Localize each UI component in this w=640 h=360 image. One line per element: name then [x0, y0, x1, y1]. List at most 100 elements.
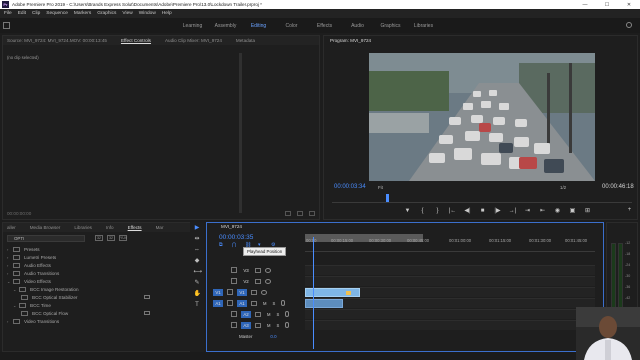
track-lane-v3[interactable] — [305, 265, 595, 275]
step-back-button[interactable]: ◀| — [460, 207, 475, 214]
track-target-a1[interactable]: A1 — [237, 299, 247, 307]
go-to-out-button[interactable]: →| — [505, 208, 520, 214]
lock-icon[interactable] — [231, 311, 237, 317]
microphone-icon[interactable] — [281, 300, 286, 306]
lock-icon[interactable] — [227, 289, 233, 295]
filter-icon[interactable] — [285, 211, 291, 216]
work-area-bar[interactable] — [305, 234, 423, 242]
program-video-frame[interactable] — [369, 53, 595, 181]
hand-tool-icon[interactable]: ✋ — [194, 291, 201, 298]
snap-icon[interactable]: ⋂ — [232, 242, 239, 248]
accelerated-effects-button[interactable]: 32 — [95, 235, 103, 241]
menu-file[interactable]: File — [4, 11, 12, 16]
tab-libraries[interactable]: Libraries — [74, 225, 92, 230]
home-icon[interactable] — [3, 22, 10, 29]
program-monitor-title[interactable]: Program: MVI_9724 — [330, 38, 371, 43]
track-lane-a2[interactable] — [305, 309, 595, 319]
sequence-tab[interactable]: MVI_9724 — [221, 224, 242, 229]
tree-item-video-transitions[interactable]: › Video Transitions — [7, 317, 197, 325]
minimize-button[interactable]: — — [574, 0, 596, 9]
eye-icon[interactable] — [261, 289, 267, 295]
solo-button[interactable]: S — [273, 301, 276, 306]
ripple-edit-tool-icon[interactable]: ⇔ — [194, 247, 201, 254]
selection-tool-icon[interactable]: ▶ — [194, 225, 201, 232]
menu-window[interactable]: Window — [139, 11, 156, 16]
program-playhead[interactable] — [386, 194, 389, 202]
pen-tool-icon[interactable]: ✎ — [194, 280, 201, 287]
workspace-tab-graphics[interactable]: Graphics — [374, 23, 407, 29]
track-select-tool-icon[interactable]: ⇹ — [194, 236, 201, 243]
maximize-button[interactable]: ☐ — [596, 0, 618, 9]
tree-item-audio-transitions[interactable]: › Audio Transitions — [7, 269, 197, 277]
audio-clip[interactable] — [305, 299, 343, 308]
comparison-view-button[interactable]: ▣ — [565, 207, 580, 214]
export-icon[interactable] — [309, 211, 315, 216]
yuv-effects-button[interactable]: YUV — [119, 235, 127, 241]
tree-item-video-effects[interactable]: ⌄ Video Effects — [7, 277, 197, 285]
track-lane-v1[interactable] — [305, 287, 595, 297]
tree-item-presets[interactable]: › Presets — [7, 245, 197, 253]
32bit-effects-button[interactable]: 32 — [107, 235, 115, 241]
mark-out-button[interactable]: } — [430, 208, 445, 214]
tab-aller[interactable]: aller — [7, 225, 16, 230]
step-forward-button[interactable]: |▶ — [490, 207, 505, 214]
mark-in-button[interactable]: { — [415, 208, 430, 214]
lock-icon[interactable] — [231, 267, 237, 273]
search-icon[interactable] — [626, 22, 632, 28]
stop-button[interactable]: ■ — [475, 208, 490, 214]
track-target-v3[interactable]: V3 — [241, 267, 251, 274]
workspace-tab-editing[interactable]: Editing — [242, 23, 275, 29]
button-editor-button[interactable]: + — [622, 207, 637, 213]
master-volume[interactable]: 0.0 — [270, 334, 276, 339]
slip-tool-icon[interactable]: ⟷ — [194, 269, 203, 276]
mute-button[interactable]: M — [267, 323, 271, 328]
program-time-ruler[interactable] — [332, 196, 632, 203]
go-to-in-button[interactable]: |← — [445, 208, 460, 214]
play-audio-icon[interactable] — [297, 211, 303, 216]
sync-lock-icon[interactable] — [251, 300, 257, 306]
close-button[interactable]: ✕ — [618, 0, 640, 9]
effect-controls-timecode[interactable]: 00:00:00:00 — [7, 211, 31, 216]
tree-item-audio-effects[interactable]: › Audio Effects — [7, 261, 197, 269]
lock-icon[interactable] — [227, 300, 233, 306]
timeline-ruler[interactable]: 00:00 00:00:15:00 00:00:30:00 00:00:45:0… — [305, 234, 595, 252]
add-marker-button[interactable]: ▼ — [400, 208, 415, 214]
source-patch-a1[interactable]: A1 — [213, 299, 223, 307]
eye-icon[interactable] — [265, 267, 271, 273]
menu-clip[interactable]: Clip — [32, 11, 40, 16]
panel-divider[interactable] — [239, 53, 242, 213]
playback-resolution-select[interactable]: 1/2 — [560, 185, 566, 190]
mute-button[interactable]: M — [267, 312, 271, 317]
tab-effect-controls[interactable]: Effect Controls — [121, 38, 151, 43]
zoom-level-select[interactable]: Fit — [378, 185, 383, 190]
sync-lock-icon[interactable] — [251, 289, 257, 295]
sync-lock-icon[interactable] — [255, 278, 261, 284]
track-lane-v2[interactable] — [305, 276, 595, 286]
tab-source[interactable]: Source: MVI_9724: MVI_9724.MOV: 00:00:13… — [7, 38, 107, 43]
tree-item-bcc-optical-flow[interactable]: BCC Optical Flow — [7, 309, 197, 317]
track-target-a2[interactable]: A2 — [241, 310, 251, 318]
menu-help[interactable]: Help — [162, 11, 172, 16]
menu-edit[interactable]: Edit — [18, 11, 26, 16]
menu-view[interactable]: View — [122, 11, 132, 16]
solo-button[interactable]: S — [277, 312, 280, 317]
sync-lock-icon[interactable] — [255, 311, 261, 317]
effects-search-input[interactable]: OPTI — [7, 235, 85, 242]
workspace-tab-audio[interactable]: Audio — [341, 23, 374, 29]
tab-metadata[interactable]: Metadata — [236, 38, 255, 43]
menu-graphics[interactable]: Graphics — [97, 11, 116, 16]
export-frame-button[interactable]: ◉ — [550, 207, 565, 214]
source-patch-v1[interactable]: V1 — [213, 288, 223, 296]
tree-item-bcc-optical-stabilizer[interactable]: BCC Optical Stabilizer — [7, 293, 197, 301]
lock-icon[interactable] — [231, 322, 237, 328]
track-lane-a3[interactable] — [305, 320, 595, 330]
safe-margins-button[interactable]: ⊞ — [580, 207, 595, 214]
tab-markers[interactable]: Mar — [156, 225, 164, 230]
tree-item-lumetri-presets[interactable]: › Lumetri Presets — [7, 253, 197, 261]
solo-button[interactable]: S — [277, 323, 280, 328]
type-tool-icon[interactable]: T — [194, 302, 201, 309]
eye-icon[interactable] — [265, 278, 271, 284]
tree-item-bcc-image-restoration[interactable]: ⌄ BCC Image Restoration — [7, 285, 197, 293]
track-lane-a1[interactable] — [305, 298, 595, 308]
track-target-a3[interactable]: A3 — [241, 321, 251, 329]
